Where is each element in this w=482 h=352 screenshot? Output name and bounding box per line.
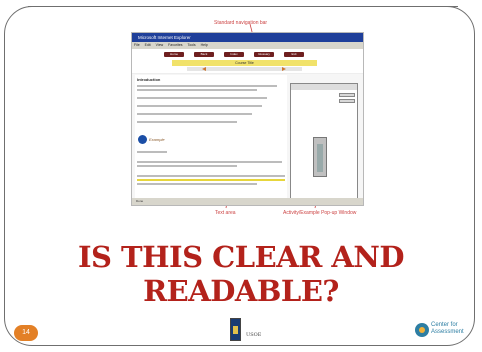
browser-statusbar: Done (132, 198, 363, 205)
nav-exit-button[interactable]: Exit (284, 52, 304, 57)
menu-help[interactable]: Help (201, 43, 208, 47)
nav-glossary-button[interactable]: Glossary (254, 52, 274, 57)
browser-menubar: File Edit View Favorites Tools Help (132, 42, 363, 49)
text-line (137, 89, 257, 91)
nav-index-button[interactable]: Index (224, 52, 244, 57)
course-screenshot: Microsoft Internet Explorer File Edit Vi… (131, 32, 364, 206)
browser-titlebar: Microsoft Internet Explorer (132, 33, 363, 42)
example-icon (138, 135, 147, 144)
highlight-line (137, 179, 285, 181)
text-line (137, 151, 167, 153)
cfa-logo-dot (419, 327, 425, 333)
menu-edit[interactable]: Edit (145, 43, 151, 47)
text-line (137, 175, 285, 177)
usoe-logo-icon (230, 318, 241, 341)
menu-favorites[interactable]: Favorites (168, 43, 182, 47)
course-banner: Course Title (172, 60, 317, 66)
text-line (137, 161, 282, 163)
popup-button[interactable] (339, 93, 355, 97)
popup-button[interactable] (339, 99, 355, 103)
nav-home-button[interactable]: Home (164, 52, 184, 57)
device-image (313, 137, 327, 177)
center-for-assessment-logo: Center for Assessment (415, 319, 465, 343)
text-line (137, 183, 257, 185)
content-heading: Introduction (137, 77, 161, 82)
slide-question: IS THIS CLEAR AND READABLE? (77, 240, 405, 308)
text-line (137, 97, 267, 99)
prev-arrow-icon[interactable] (202, 67, 206, 71)
cfa-line-1: Center for (431, 322, 458, 328)
menu-view[interactable]: View (156, 43, 164, 47)
device-detail (317, 144, 323, 172)
nav-back-button[interactable]: Back (194, 52, 214, 57)
example-label: Example (149, 137, 165, 142)
slide: Standard navigation bar Text area Activi… (0, 0, 482, 352)
popup-window (290, 83, 358, 200)
logo-mark (233, 326, 238, 334)
text-line (137, 121, 237, 123)
menu-tools[interactable]: Tools (187, 43, 195, 47)
text-area: Introduction Example (135, 75, 287, 200)
text-line (137, 85, 277, 87)
text-line (137, 165, 237, 167)
cfa-line-2: Assessment (431, 329, 464, 335)
page-number: 14 (14, 325, 38, 341)
popup-titlebar (291, 84, 357, 90)
next-arrow-icon[interactable] (282, 67, 286, 71)
text-line (137, 113, 252, 115)
text-line (137, 105, 262, 107)
footer-logo-text: USOE (246, 332, 262, 338)
course-navigation-bar: Home Back Index Glossary Exit Course Tit… (132, 49, 363, 74)
menu-file[interactable]: File (134, 43, 140, 47)
